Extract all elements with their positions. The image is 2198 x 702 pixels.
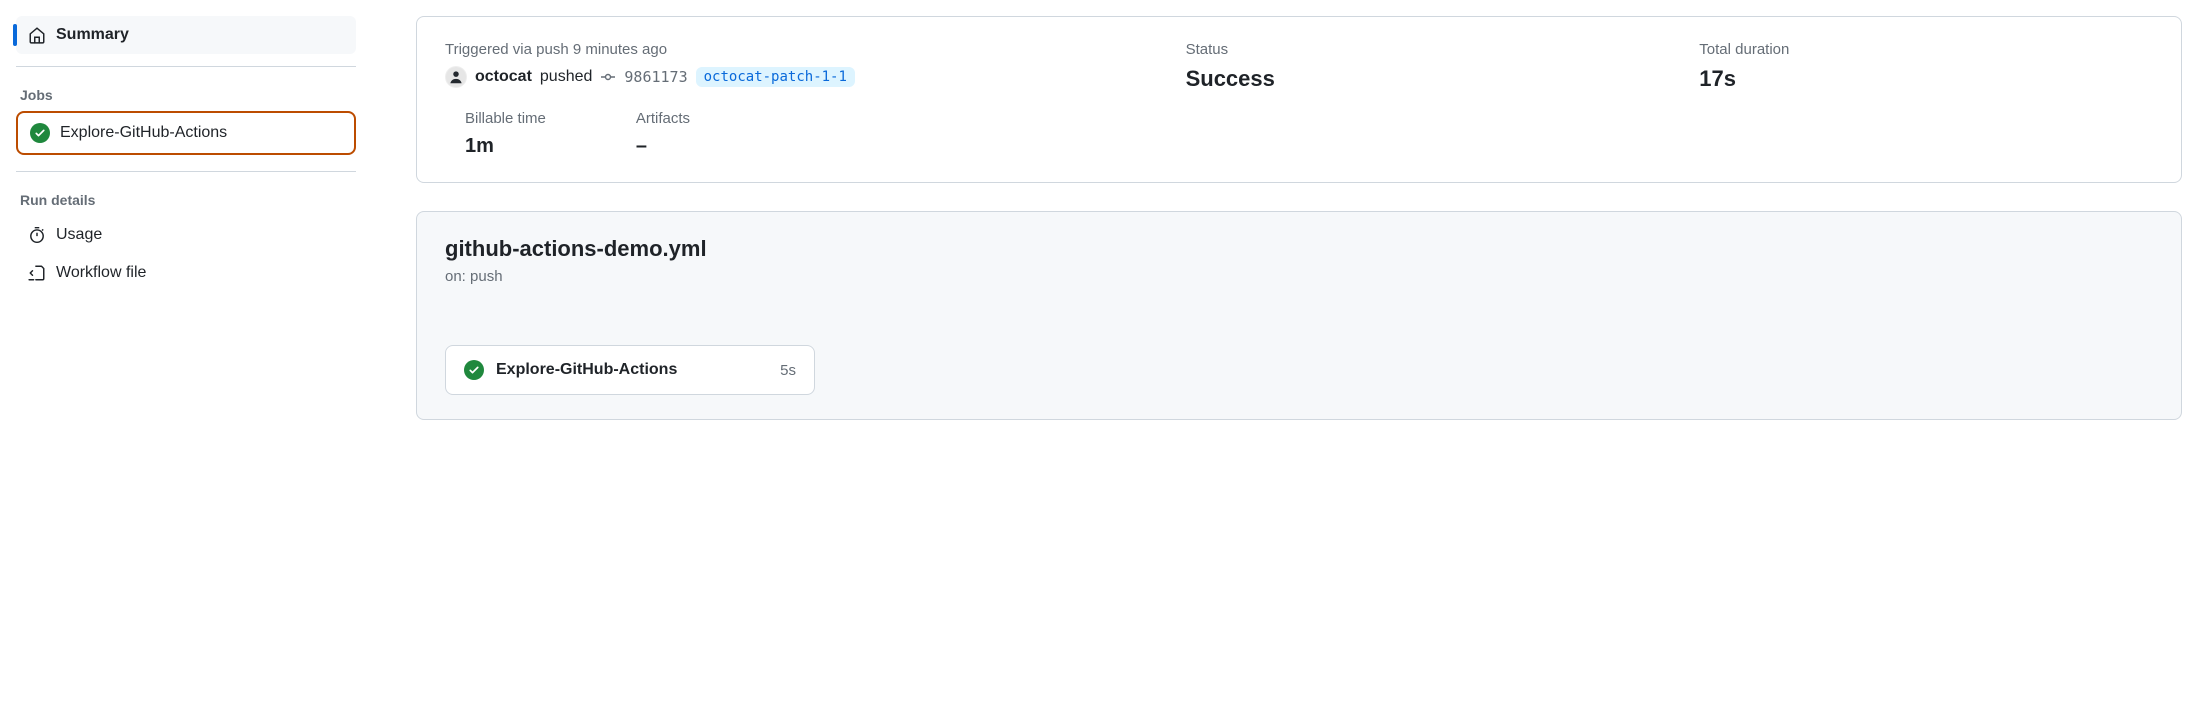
duration-block: Total duration 17s (1699, 41, 2153, 92)
workflow-panel: github-actions-demo.yml on: push Explore… (416, 211, 2182, 420)
jobs-heading: Jobs (16, 79, 356, 111)
divider (16, 66, 356, 67)
main-content: Triggered via push 9 minutes ago octocat… (416, 16, 2182, 448)
billable-label: Billable time (465, 110, 546, 127)
artifacts-value: – (636, 135, 690, 158)
status-label: Status (1186, 41, 1640, 58)
summary-meta-row: Billable time 1m Artifacts – (445, 110, 2153, 158)
sidebar-item-summary[interactable]: Summary (16, 16, 356, 54)
sidebar-item-workflow-file[interactable]: Workflow file (16, 254, 356, 292)
workflow-job-time: 5s (780, 362, 796, 379)
workflow-trigger: on: push (445, 268, 2153, 285)
commit-icon (600, 69, 616, 85)
trigger-time: 9 minutes ago (573, 41, 667, 58)
run-details-heading: Run details (16, 184, 356, 216)
artifacts-block: Artifacts – (636, 110, 690, 158)
workflow-job-card[interactable]: Explore-GitHub-Actions 5s (445, 345, 815, 395)
billable-block: Billable time 1m (465, 110, 546, 158)
workflow-file-label: Workflow file (56, 264, 146, 282)
sidebar-job-explore-github-actions[interactable]: Explore-GitHub-Actions (16, 111, 356, 155)
usage-label: Usage (56, 226, 102, 244)
avatar (445, 66, 467, 88)
workflow-file-name: github-actions-demo.yml (445, 236, 2153, 262)
duration-value: 17s (1699, 66, 2153, 92)
trigger-block: Triggered via push 9 minutes ago octocat… (445, 41, 1126, 92)
branch-link[interactable]: octocat-patch-1-1 (696, 67, 855, 87)
summary-panel: Triggered via push 9 minutes ago octocat… (416, 16, 2182, 183)
sidebar-item-usage[interactable]: Usage (16, 216, 356, 254)
action-verb: pushed (540, 68, 593, 86)
billable-value: 1m (465, 135, 546, 158)
stopwatch-icon (28, 226, 46, 244)
trigger-text: Triggered via push 9 minutes ago (445, 41, 1126, 58)
workflow-file-icon (28, 264, 46, 282)
trigger-via: Triggered via push (445, 41, 569, 58)
job-label: Explore-GitHub-Actions (60, 124, 227, 142)
duration-label: Total duration (1699, 41, 2153, 58)
artifacts-label: Artifacts (636, 110, 690, 127)
success-check-icon (30, 123, 50, 143)
status-value: Success (1186, 66, 1640, 92)
status-block: Status Success (1186, 41, 1640, 92)
actor-link[interactable]: octocat (475, 68, 532, 86)
divider (16, 171, 356, 172)
sidebar: Summary Jobs Explore-GitHub-Actions Run … (16, 16, 416, 448)
commit-sha-link[interactable]: 9861173 (624, 68, 687, 86)
summary-label: Summary (56, 26, 129, 44)
workflow-job-name: Explore-GitHub-Actions (496, 361, 768, 379)
success-check-icon (464, 360, 484, 380)
home-icon (28, 26, 46, 44)
trigger-line: octocat pushed 9861173 octocat-patch-1-1 (445, 66, 1126, 88)
summary-top-row: Triggered via push 9 minutes ago octocat… (445, 41, 2153, 92)
